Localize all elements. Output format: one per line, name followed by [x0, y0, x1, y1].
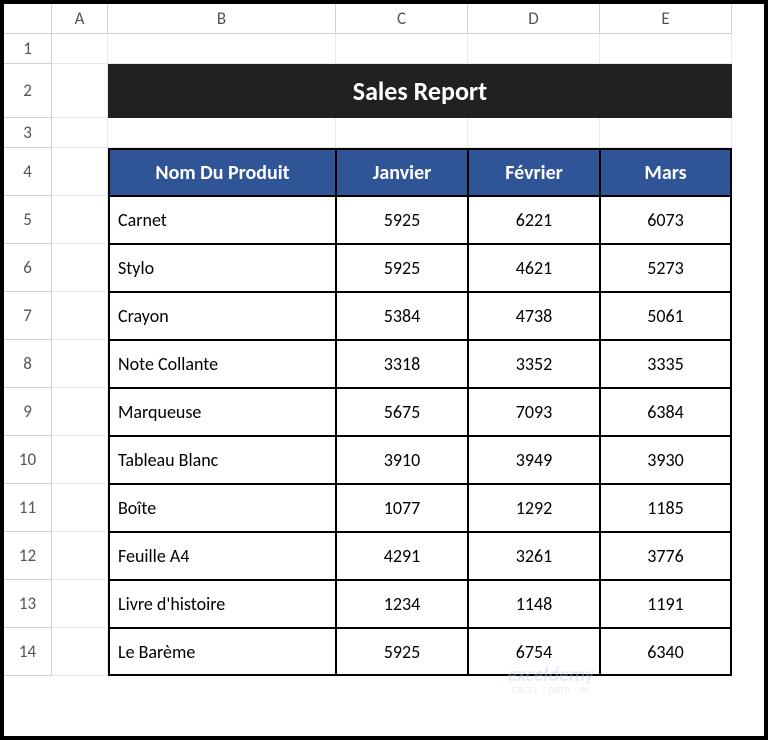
- cell-feb-5[interactable]: 3949: [468, 436, 600, 484]
- cell-mar-4[interactable]: 6384: [600, 388, 732, 436]
- cell-product-4[interactable]: Marqueuse: [108, 388, 336, 436]
- row-header-10[interactable]: 10: [4, 436, 52, 484]
- report-title[interactable]: Sales Report: [108, 64, 732, 118]
- cell-product-8[interactable]: Livre d'histoire: [108, 580, 336, 628]
- cell-jan-2[interactable]: 5384: [336, 292, 468, 340]
- cell-A3[interactable]: [52, 118, 108, 148]
- cell-feb-2[interactable]: 4738: [468, 292, 600, 340]
- cell-feb-8[interactable]: 1148: [468, 580, 600, 628]
- cell-A11[interactable]: [52, 484, 108, 532]
- cell-jan-4[interactable]: 5675: [336, 388, 468, 436]
- col-header-D[interactable]: D: [468, 4, 600, 34]
- cell-mar-1[interactable]: 5273: [600, 244, 732, 292]
- row-header-9[interactable]: 9: [4, 388, 52, 436]
- cell-product-0[interactable]: Carnet: [108, 196, 336, 244]
- cell-E1[interactable]: [600, 34, 732, 64]
- cell-mar-3[interactable]: 3335: [600, 340, 732, 388]
- cell-product-2[interactable]: Crayon: [108, 292, 336, 340]
- row-header-11[interactable]: 11: [4, 484, 52, 532]
- cell-feb-6[interactable]: 1292: [468, 484, 600, 532]
- cell-A10[interactable]: [52, 436, 108, 484]
- cell-product-7[interactable]: Feuille A4: [108, 532, 336, 580]
- cell-D3[interactable]: [468, 118, 600, 148]
- row-header-12[interactable]: 12: [4, 532, 52, 580]
- col-header-A[interactable]: A: [52, 4, 108, 34]
- cell-B3[interactable]: [108, 118, 336, 148]
- cell-A8[interactable]: [52, 340, 108, 388]
- select-all-corner[interactable]: [4, 4, 52, 34]
- cell-A6[interactable]: [52, 244, 108, 292]
- col-header-C[interactable]: C: [336, 4, 468, 34]
- cell-product-1[interactable]: Stylo: [108, 244, 336, 292]
- cell-mar-7[interactable]: 3776: [600, 532, 732, 580]
- cell-mar-2[interactable]: 5061: [600, 292, 732, 340]
- cell-jan-3[interactable]: 3318: [336, 340, 468, 388]
- row-header-5[interactable]: 5: [4, 196, 52, 244]
- cell-C3[interactable]: [336, 118, 468, 148]
- cell-feb-0[interactable]: 6221: [468, 196, 600, 244]
- cell-A2[interactable]: [52, 64, 108, 118]
- spreadsheet-grid: A B C D E 1 2 Sales Report 3 4 Nom Du Pr…: [4, 4, 764, 736]
- header-jan[interactable]: Janvier: [336, 148, 468, 196]
- cell-A12[interactable]: [52, 532, 108, 580]
- row-header-3[interactable]: 3: [4, 118, 52, 148]
- row-header-7[interactable]: 7: [4, 292, 52, 340]
- cell-jan-5[interactable]: 3910: [336, 436, 468, 484]
- cell-mar-0[interactable]: 6073: [600, 196, 732, 244]
- cell-jan-8[interactable]: 1234: [336, 580, 468, 628]
- cell-D1[interactable]: [468, 34, 600, 64]
- cell-jan-7[interactable]: 4291: [336, 532, 468, 580]
- cell-A4[interactable]: [52, 148, 108, 196]
- cell-E3[interactable]: [600, 118, 732, 148]
- cell-product-5[interactable]: Tableau Blanc: [108, 436, 336, 484]
- cell-feb-3[interactable]: 3352: [468, 340, 600, 388]
- cell-B1[interactable]: [108, 34, 336, 64]
- cell-A1[interactable]: [52, 34, 108, 64]
- cell-C1[interactable]: [336, 34, 468, 64]
- cell-product-9[interactable]: Le Barème: [108, 628, 336, 676]
- row-header-6[interactable]: 6: [4, 244, 52, 292]
- cell-feb-1[interactable]: 4621: [468, 244, 600, 292]
- row-header-1[interactable]: 1: [4, 34, 52, 64]
- row-header-4[interactable]: 4: [4, 148, 52, 196]
- cell-A13[interactable]: [52, 580, 108, 628]
- cell-A5[interactable]: [52, 196, 108, 244]
- row-header-13[interactable]: 13: [4, 580, 52, 628]
- col-header-B[interactable]: B: [108, 4, 336, 34]
- row-header-2[interactable]: 2: [4, 64, 52, 118]
- header-mar[interactable]: Mars: [600, 148, 732, 196]
- cell-A7[interactable]: [52, 292, 108, 340]
- cell-feb-4[interactable]: 7093: [468, 388, 600, 436]
- cell-mar-5[interactable]: 3930: [600, 436, 732, 484]
- col-header-E[interactable]: E: [600, 4, 732, 34]
- cell-product-6[interactable]: Boîte: [108, 484, 336, 532]
- row-header-14[interactable]: 14: [4, 628, 52, 676]
- cell-jan-9[interactable]: 5925: [336, 628, 468, 676]
- cell-mar-6[interactable]: 1185: [600, 484, 732, 532]
- cell-A14[interactable]: [52, 628, 108, 676]
- cell-product-3[interactable]: Note Collante: [108, 340, 336, 388]
- cell-feb-7[interactable]: 3261: [468, 532, 600, 580]
- header-product[interactable]: Nom Du Produit: [108, 148, 336, 196]
- cell-A9[interactable]: [52, 388, 108, 436]
- cell-mar-8[interactable]: 1191: [600, 580, 732, 628]
- cell-jan-0[interactable]: 5925: [336, 196, 468, 244]
- cell-mar-9[interactable]: 6340: [600, 628, 732, 676]
- row-header-8[interactable]: 8: [4, 340, 52, 388]
- header-feb[interactable]: Février: [468, 148, 600, 196]
- cell-jan-1[interactable]: 5925: [336, 244, 468, 292]
- cell-jan-6[interactable]: 1077: [336, 484, 468, 532]
- cell-feb-9[interactable]: 6754: [468, 628, 600, 676]
